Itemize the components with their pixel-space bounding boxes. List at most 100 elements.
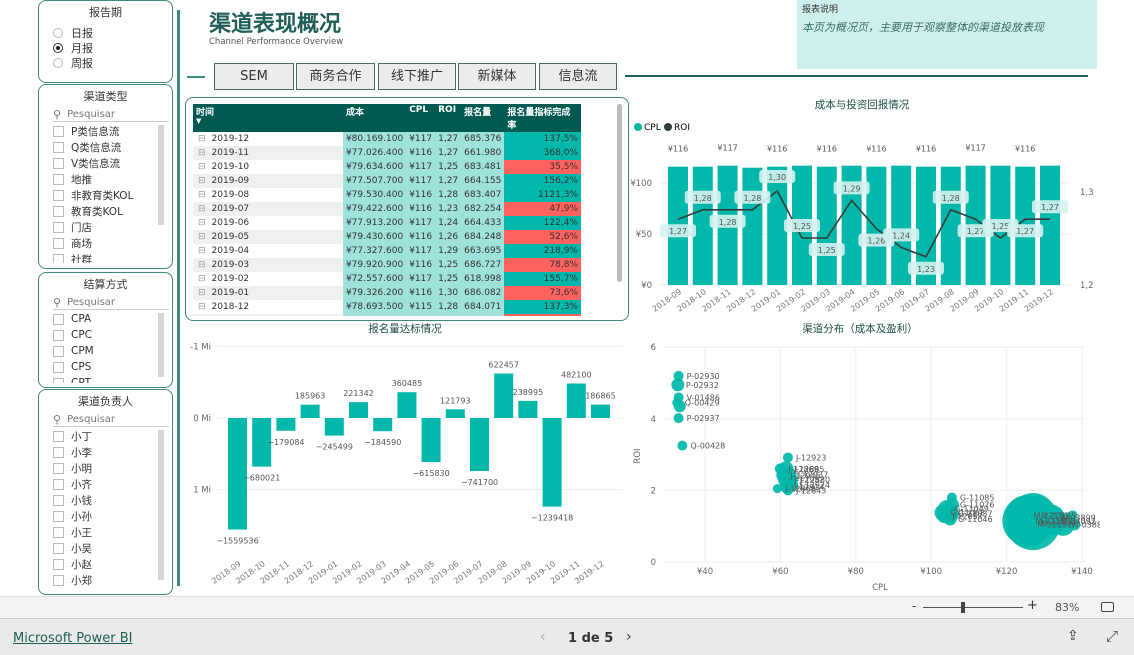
checkbox-item[interactable]: 小钱 xyxy=(53,492,172,508)
checkbox-icon[interactable] xyxy=(53,157,64,169)
checkbox-item[interactable]: 小李 xyxy=(53,444,172,460)
roi-label: 1,28 xyxy=(743,194,761,203)
radio-icon[interactable] xyxy=(53,42,63,53)
checkbox-icon[interactable] xyxy=(53,125,64,137)
checkbox-item[interactable]: 非教育类KOL xyxy=(53,187,172,203)
column-header[interactable]: CPL xyxy=(406,104,436,132)
collapse-icon[interactable]: ⊟ xyxy=(198,204,206,214)
checkbox-item[interactable]: 小赵 xyxy=(53,556,172,572)
point-label: P-02930 xyxy=(687,372,720,381)
checkbox-icon[interactable] xyxy=(53,510,64,522)
search-input[interactable]: ⚲ Pesquisar xyxy=(53,413,169,427)
collapse-icon[interactable]: ⊟ xyxy=(198,260,206,270)
radio-icon[interactable] xyxy=(53,57,63,68)
column-header[interactable]: 报名量 xyxy=(461,104,505,132)
collapse-icon[interactable]: ⊟ xyxy=(198,232,206,242)
checkbox-icon[interactable] xyxy=(53,313,64,325)
scrollbar[interactable] xyxy=(158,430,164,580)
checkbox-icon[interactable] xyxy=(53,141,64,153)
checkbox-item[interactable]: 社群 xyxy=(53,251,172,263)
checkbox-icon[interactable] xyxy=(53,462,64,474)
next-page-button[interactable]: › xyxy=(626,629,632,645)
checkbox-icon[interactable] xyxy=(53,478,64,490)
checkbox-icon[interactable] xyxy=(53,430,64,442)
checkbox-item[interactable]: 小孙 xyxy=(53,508,172,524)
checkbox-icon[interactable] xyxy=(53,526,64,538)
checkbox-item[interactable]: CPA xyxy=(53,311,172,327)
checkbox-icon[interactable] xyxy=(53,329,64,341)
checkbox-item[interactable]: CPS xyxy=(53,359,172,375)
checkbox-item[interactable]: 小吴 xyxy=(53,540,172,556)
checkbox-icon[interactable] xyxy=(53,446,64,458)
point-label: J-12923 xyxy=(795,453,826,462)
checkbox-icon[interactable] xyxy=(53,361,64,373)
radio-icon[interactable] xyxy=(53,27,63,38)
fullscreen-icon[interactable]: ⤢ xyxy=(1106,627,1118,645)
collapse-icon[interactable]: ⊟ xyxy=(198,190,206,200)
column-header[interactable]: 成本 xyxy=(342,104,407,132)
checkbox-item[interactable]: 小郑 xyxy=(53,572,172,588)
checkbox-item[interactable]: CPM xyxy=(53,343,172,359)
bar xyxy=(566,383,586,418)
checkbox-item[interactable]: CPT xyxy=(53,375,172,383)
tab-2[interactable]: 线下推广 xyxy=(378,63,456,90)
power-bi-link[interactable]: Microsoft Power BI xyxy=(13,631,132,646)
collapse-icon[interactable]: ⊟ xyxy=(198,302,206,312)
collapse-icon[interactable]: ⊟ xyxy=(198,176,206,186)
checkbox-icon[interactable] xyxy=(53,221,64,233)
checkbox-item[interactable]: CPC xyxy=(53,327,172,343)
collapse-icon[interactable]: ⊟ xyxy=(198,274,206,284)
collapse-icon[interactable]: ⊟ xyxy=(198,134,206,144)
checkbox-icon[interactable] xyxy=(53,574,64,586)
column-header[interactable]: 报名量指标完成率 xyxy=(504,104,581,132)
column-header[interactable]: ROI xyxy=(435,104,462,132)
zoom-slider[interactable] xyxy=(923,607,1023,608)
checkbox-item[interactable]: 小王 xyxy=(53,524,172,540)
tab-0[interactable]: SEM xyxy=(214,63,294,90)
column-header[interactable]: 时间 ▼ xyxy=(193,104,343,132)
checkbox-item[interactable]: 小丁 xyxy=(53,428,172,444)
zoom-out-button[interactable]: - xyxy=(912,599,916,613)
collapse-icon[interactable]: ⊟ xyxy=(198,288,206,298)
scrollbar[interactable] xyxy=(158,125,164,225)
scrollbar[interactable] xyxy=(617,104,622,282)
tab-3[interactable]: 新媒体 xyxy=(458,63,536,90)
checkbox-item[interactable]: P类信息流 xyxy=(53,123,172,139)
checkbox-icon[interactable] xyxy=(53,205,64,217)
zoom-slider-thumb[interactable] xyxy=(961,602,965,613)
radio-option[interactable]: 日报 xyxy=(53,25,172,40)
collapse-icon[interactable]: ⊟ xyxy=(198,218,206,228)
checkbox-item[interactable]: 商场 xyxy=(53,235,172,251)
checkbox-item[interactable]: Q类信息流 xyxy=(53,139,172,155)
checkbox-icon[interactable] xyxy=(53,558,64,570)
tab-1[interactable]: 商务合作 xyxy=(296,63,375,90)
checkbox-icon[interactable] xyxy=(53,173,64,185)
checkbox-item[interactable]: 小明 xyxy=(53,460,172,476)
checkbox-icon[interactable] xyxy=(53,377,64,383)
search-input[interactable]: ⚲ Pesquisar xyxy=(53,296,169,310)
collapse-icon[interactable]: ⊟ xyxy=(198,162,206,172)
checkbox-icon[interactable] xyxy=(53,345,64,357)
scrollbar[interactable] xyxy=(158,313,164,377)
checkbox-icon[interactable] xyxy=(53,189,64,201)
checkbox-icon[interactable] xyxy=(53,542,64,554)
fit-to-page-icon[interactable] xyxy=(1101,602,1114,612)
checkbox-item[interactable]: 小齐 xyxy=(53,476,172,492)
collapse-icon[interactable]: ⊟ xyxy=(198,148,206,158)
tab-4[interactable]: 信息流 xyxy=(539,63,617,90)
checkbox-item[interactable]: 门店 xyxy=(53,219,172,235)
search-input[interactable]: ⚲ Pesquisar xyxy=(53,108,169,122)
checkbox-icon[interactable] xyxy=(53,237,64,249)
checkbox-item[interactable]: 教育类KOL xyxy=(53,203,172,219)
checkbox-icon[interactable] xyxy=(53,494,64,506)
share-icon[interactable]: ⇪ xyxy=(1067,628,1079,644)
checkbox-item[interactable]: 地推 xyxy=(53,171,172,187)
zoom-in-button[interactable]: + xyxy=(1027,598,1038,613)
prev-page-button[interactable]: ‹ xyxy=(540,629,546,645)
scatter-point xyxy=(671,378,685,392)
radio-option[interactable]: 月报 xyxy=(53,40,172,55)
radio-option[interactable]: 周报 xyxy=(53,55,172,70)
checkbox-icon[interactable] xyxy=(53,253,64,263)
checkbox-item[interactable]: V类信息流 xyxy=(53,155,172,171)
collapse-icon[interactable]: ⊟ xyxy=(198,246,206,256)
